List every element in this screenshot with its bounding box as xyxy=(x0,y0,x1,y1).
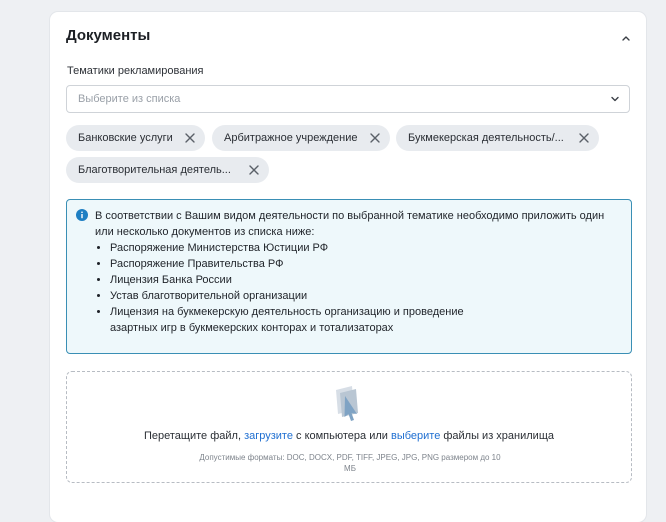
list-item: Распоряжение Министерства Юстиции РФ xyxy=(110,240,623,256)
dropzone-text: Перетащите файл, загрузите с компьютера … xyxy=(67,430,631,442)
info-intro: В соответствии с Вашим видом деятельност… xyxy=(95,210,605,238)
documents-list: Распоряжение Министерства Юстиции РФ Рас… xyxy=(95,240,623,336)
dropzone-text-end: файлы из хранилища xyxy=(440,430,554,442)
info-text: В соответствии с Вашим видом деятельност… xyxy=(95,208,623,336)
choose-from-storage-link[interactable]: выберите xyxy=(391,430,440,442)
chip-banking: Банковские услуги xyxy=(66,125,205,151)
info-panel: В соответствии с Вашим видом деятельност… xyxy=(66,199,632,354)
info-icon xyxy=(76,209,88,221)
chip-arbitration: Арбитражное учреждение xyxy=(212,125,390,151)
close-icon[interactable] xyxy=(369,132,381,144)
list-item: Лицензия Банка России xyxy=(110,272,623,288)
list-item: Лицензия на букмекерскую деятельность ор… xyxy=(110,304,623,336)
file-upload-icon xyxy=(336,386,358,421)
chevron-down-icon xyxy=(611,96,619,102)
chevron-up-icon[interactable] xyxy=(618,30,634,46)
close-icon[interactable] xyxy=(248,164,260,176)
themes-select-placeholder: Выберите из списка xyxy=(78,93,181,105)
themes-label: Тематики рекламирования xyxy=(67,65,204,77)
chip-label: Банковские услуги xyxy=(78,132,173,144)
allowed-formats-hint: Допустимые форматы: DOC, DOCX, PDF, TIFF… xyxy=(199,453,501,473)
dropzone-text-start: Перетащите файл, xyxy=(144,430,245,442)
dropzone-text-middle: с компьютера или xyxy=(292,430,391,442)
list-item: Устав благотворительной организации xyxy=(110,288,623,304)
close-icon[interactable] xyxy=(578,132,590,144)
chip-label: Благотворительная деятель... xyxy=(78,164,231,176)
close-icon[interactable] xyxy=(184,132,196,144)
chip-label: Букмекерская деятельность/... xyxy=(408,132,564,144)
chip-label: Арбитражное учреждение xyxy=(224,132,358,144)
chip-charity: Благотворительная деятель... xyxy=(66,157,269,183)
section-title: Документы xyxy=(66,27,151,44)
chip-bookmaker: Букмекерская деятельность/... xyxy=(396,125,599,151)
file-dropzone[interactable]: Перетащите файл, загрузите с компьютера … xyxy=(66,371,632,483)
documents-card: Документы Тематики рекламирования Выбери… xyxy=(50,12,646,522)
upload-from-computer-link[interactable]: загрузите xyxy=(244,430,293,442)
list-item: Распоряжение Правительства РФ xyxy=(110,256,623,272)
themes-select[interactable]: Выберите из списка xyxy=(66,85,630,113)
